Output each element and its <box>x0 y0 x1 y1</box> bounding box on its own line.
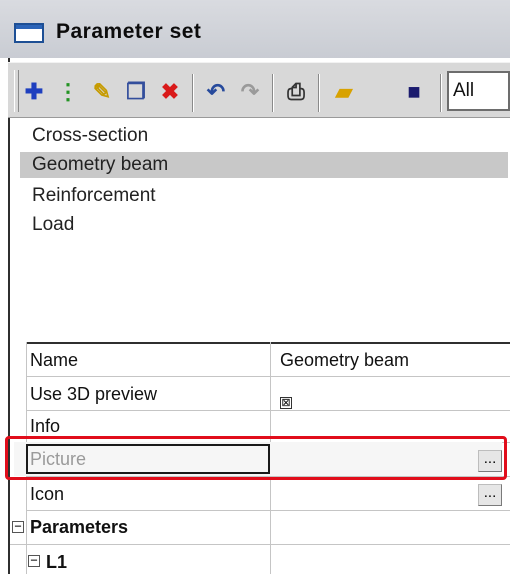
redo-icon[interactable]: ↷ <box>236 78 264 106</box>
edit-pencil-icon[interactable]: ✎ <box>88 78 116 106</box>
toolbar-separator <box>440 74 442 112</box>
toolbar-grip[interactable] <box>14 70 19 112</box>
toolbar-separator <box>318 74 320 112</box>
list-item-cross-section[interactable]: Cross-section <box>20 123 148 149</box>
print-icon[interactable]: ⎙ <box>282 78 310 106</box>
window-title: Parameter set <box>56 20 202 43</box>
icon-browse-button[interactable]: ... <box>478 484 502 506</box>
delete-icon[interactable]: ✖ <box>156 78 184 106</box>
filter-select[interactable]: All <box>447 71 510 111</box>
list-item-geometry-beam[interactable]: Geometry beam <box>20 152 508 178</box>
window-icon <box>14 23 44 43</box>
title-bar: Parameter set <box>0 0 510 58</box>
toolbar-separator <box>192 74 194 112</box>
property-name-value[interactable]: Geometry beam <box>280 343 409 377</box>
list-item-load[interactable]: Load <box>20 212 74 238</box>
collapse-parameters-icon[interactable]: − <box>12 520 24 533</box>
new-icon[interactable]: ✚ <box>20 78 48 106</box>
tree-icon[interactable]: ⋮ <box>54 78 82 106</box>
property-use3d-label: Use 3D preview <box>30 384 158 404</box>
parameters-group-label: Parameters <box>30 517 129 537</box>
splitter[interactable] <box>10 342 510 344</box>
highlight-box <box>5 436 507 480</box>
list-item-reinforcement[interactable]: Reinforcement <box>20 183 156 209</box>
toolbar-separator <box>272 74 274 112</box>
use3d-checkbox[interactable]: ⊠ <box>280 397 292 409</box>
copy-icon[interactable]: ❐ <box>122 78 150 106</box>
open-folder-icon[interactable]: ▰ <box>330 78 358 106</box>
row-divider <box>10 544 510 545</box>
property-icon-label: Icon <box>30 484 65 504</box>
collapse-l1-icon[interactable]: − <box>28 554 40 567</box>
save-icon[interactable]: ■ <box>400 78 428 106</box>
property-name-label: Name <box>30 350 79 370</box>
undo-icon[interactable]: ↶ <box>202 78 230 106</box>
